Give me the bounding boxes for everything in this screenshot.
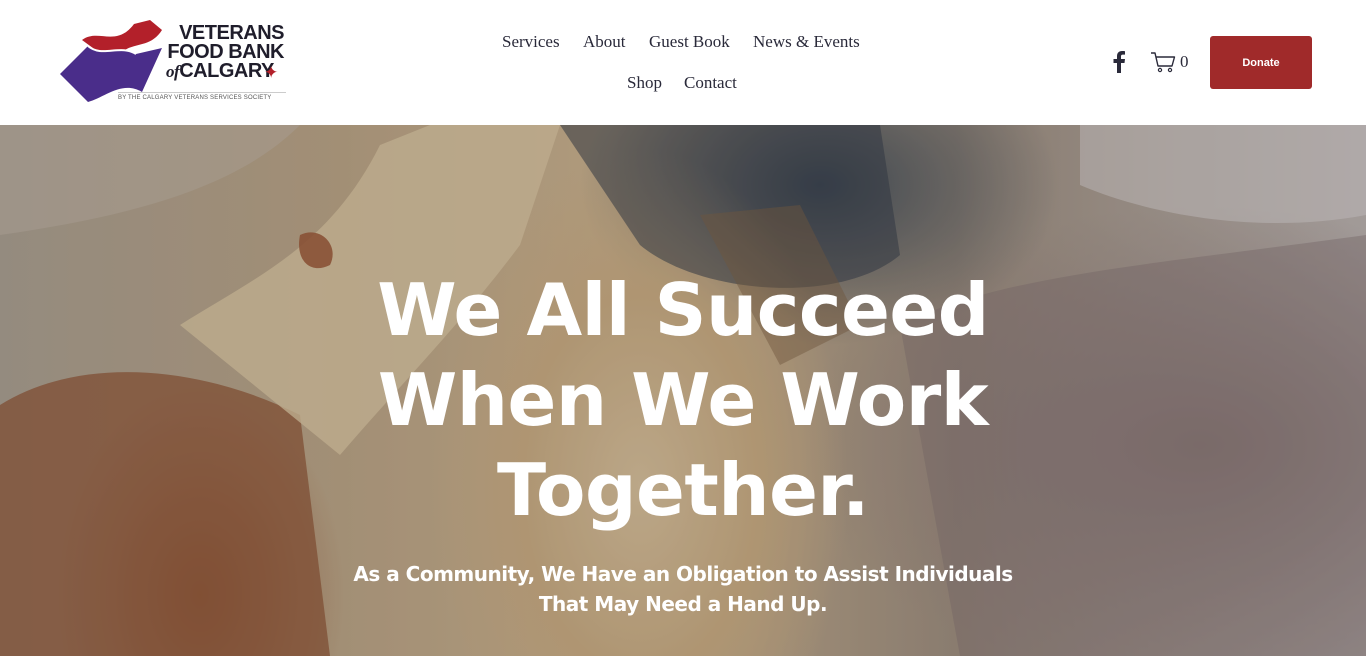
hero-subheading: As a Community, We Have an Obligation to…	[353, 562, 1013, 616]
nav-services[interactable]: Services	[502, 32, 560, 52]
nav-contact[interactable]: Contact	[684, 73, 737, 93]
site-header: VETERANS FOOD BANK ofCALGARY ✦ BY THE CA…	[0, 0, 1366, 125]
nav-news-events[interactable]: News & Events	[753, 32, 860, 52]
donate-button[interactable]: Donate	[1210, 36, 1312, 89]
cart-link[interactable]: 0	[1150, 51, 1200, 75]
hero-heading: We All Succeed When We Work Together.	[377, 268, 989, 532]
cart-count: 0	[1180, 52, 1189, 71]
cart-icon	[1151, 52, 1176, 73]
nav-shop[interactable]: Shop	[627, 73, 662, 93]
hero-section: We All Succeed When We Work Together. As…	[0, 125, 1366, 656]
nav-about[interactable]: About	[583, 32, 626, 52]
facebook-icon[interactable]	[1111, 51, 1127, 73]
nav-guest-book[interactable]: Guest Book	[649, 32, 730, 52]
